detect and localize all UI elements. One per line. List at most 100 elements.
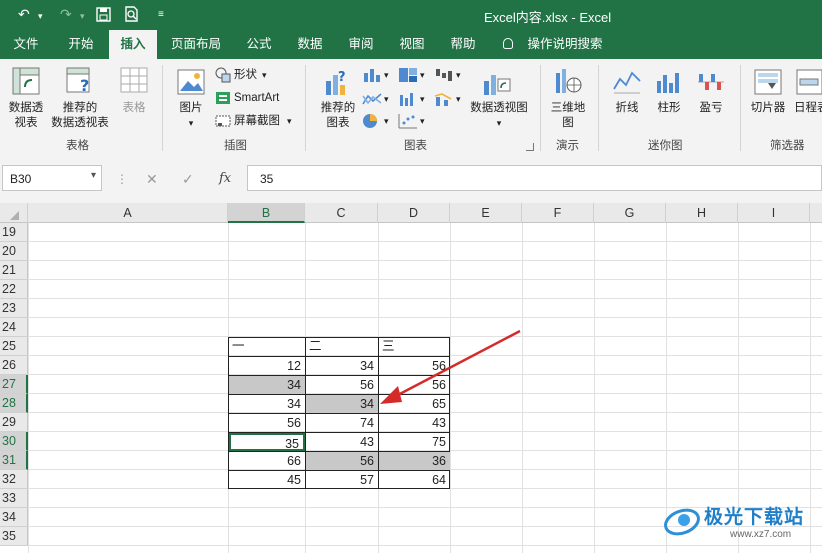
column-header-i[interactable]: I	[738, 203, 810, 223]
timeline-label[interactable]: 日程表	[794, 101, 822, 115]
table-cell[interactable]: 36	[379, 452, 450, 470]
table-cell[interactable]: 65	[379, 395, 450, 413]
screenshot-icon[interactable]	[215, 113, 231, 129]
table-cell[interactable]: 34	[229, 395, 305, 413]
table-cell[interactable]: 34	[229, 376, 305, 394]
hierarchy-chart-dropdown-icon[interactable]: ▾	[420, 68, 425, 82]
table-cell[interactable]: 74	[306, 414, 378, 432]
sparkline-winloss-icon[interactable]	[697, 69, 725, 95]
3d-map-icon[interactable]	[554, 67, 582, 97]
cancel-icon[interactable]: ✕	[146, 171, 158, 188]
sparkline-winloss-label[interactable]: 盈亏	[691, 101, 731, 115]
row-header-31[interactable]: 31	[0, 451, 28, 470]
table-cell[interactable]: 56	[379, 376, 450, 394]
pivot-table-icon[interactable]	[12, 67, 40, 95]
recommended-pivot-label-2[interactable]: 数据透视表	[48, 116, 112, 130]
line-chart-dropdown-icon[interactable]: ▾	[384, 92, 389, 106]
table-header-cell[interactable]: 二	[305, 337, 378, 356]
row-header-20[interactable]: 20	[0, 242, 28, 261]
column-header-g[interactable]: G	[594, 203, 666, 223]
tab-view[interactable]: 视图	[390, 30, 434, 59]
active-cell[interactable]: 35	[229, 433, 305, 451]
pivot-chart-icon[interactable]	[482, 67, 512, 97]
column-header-a[interactable]: A	[28, 203, 228, 223]
table-cell[interactable]: 43	[306, 433, 378, 451]
column-header-partial[interactable]	[810, 203, 822, 223]
column-header-b[interactable]: B	[228, 203, 305, 223]
row-header-27[interactable]: 27	[0, 375, 28, 394]
row-header-30[interactable]: 30	[0, 432, 28, 451]
table-cell[interactable]: 66	[229, 452, 305, 470]
select-all-corner[interactable]	[0, 203, 28, 223]
name-box-dropdown-icon[interactable]: ▾	[91, 170, 96, 181]
scatter-chart-icon[interactable]	[398, 113, 418, 129]
sparkline-line-label[interactable]: 折线	[607, 101, 647, 115]
undo-dropdown-icon[interactable]: ▾	[38, 11, 43, 22]
shapes-dropdown-icon[interactable]: ▾	[262, 68, 267, 82]
slicer-label[interactable]: 切片器	[746, 101, 790, 115]
table-cell[interactable]: 56	[229, 414, 305, 432]
combo-chart-icon[interactable]	[434, 91, 454, 107]
pivot-chart-label[interactable]: 数据透视图	[467, 101, 531, 115]
row-header-28[interactable]: 28	[0, 394, 28, 413]
timeline-icon[interactable]	[796, 69, 822, 95]
tab-data[interactable]: 数据	[288, 30, 332, 59]
column-header-h[interactable]: H	[666, 203, 738, 223]
pictures-label[interactable]: 图片	[171, 101, 211, 115]
redo-dropdown-icon[interactable]: ▾	[80, 11, 85, 22]
recommended-charts-label-1[interactable]: 推荐的	[316, 101, 360, 115]
statistic-chart-dropdown-icon[interactable]: ▾	[420, 92, 425, 106]
waterfall-chart-icon[interactable]	[434, 67, 454, 83]
tab-review[interactable]: 审阅	[338, 30, 384, 59]
row-header-35[interactable]: 35	[0, 527, 28, 546]
pivot-table-label-2[interactable]: 视表	[4, 116, 48, 130]
row-header-19[interactable]: 19	[0, 223, 28, 242]
tab-formulas[interactable]: 公式	[236, 30, 282, 59]
customize-toolbar-icon[interactable]: ≡	[158, 9, 164, 20]
formula-input[interactable]: 35	[247, 165, 822, 191]
table-cell[interactable]: 34	[306, 395, 378, 413]
tab-file[interactable]: 文件	[2, 30, 50, 59]
shapes-label[interactable]: 形状	[234, 68, 257, 82]
statistic-chart-icon[interactable]	[398, 91, 418, 107]
3d-map-label-2[interactable]: 图	[546, 116, 590, 130]
recommended-pivot-icon[interactable]: ?	[66, 67, 94, 95]
sparkline-column-label[interactable]: 柱形	[649, 101, 689, 115]
save-icon[interactable]	[96, 7, 111, 22]
column-chart-dropdown-icon[interactable]: ▾	[384, 68, 389, 82]
pictures-dropdown-icon[interactable]: ▾	[171, 116, 211, 130]
screenshot-dropdown-icon[interactable]: ▾	[287, 114, 292, 128]
recommended-pivot-label-1[interactable]: 推荐的	[48, 101, 112, 115]
table-cell[interactable]: 56	[379, 357, 450, 375]
row-header-34[interactable]: 34	[0, 508, 28, 527]
print-preview-icon[interactable]	[124, 6, 140, 23]
insert-function-icon[interactable]: fx	[219, 171, 231, 186]
tab-home[interactable]: 开始	[56, 30, 106, 59]
column-header-d[interactable]: D	[378, 203, 450, 223]
row-header-22[interactable]: 22	[0, 280, 28, 299]
enter-icon[interactable]: ✓	[182, 171, 194, 188]
dialog-launcher-icon[interactable]	[526, 143, 534, 151]
picture-icon[interactable]	[177, 69, 205, 95]
row-header-29[interactable]: 29	[0, 413, 28, 432]
table-cell[interactable]: 43	[379, 414, 450, 432]
tell-me-search[interactable]: 操作说明搜索	[525, 30, 605, 59]
table-cell[interactable]: 45	[229, 471, 305, 489]
table-cell[interactable]: 56	[306, 376, 378, 394]
row-header-33[interactable]: 33	[0, 489, 28, 508]
table-cell[interactable]: 75	[379, 433, 450, 451]
table-label[interactable]: 表格	[112, 101, 156, 115]
slicer-icon[interactable]	[754, 69, 782, 95]
name-box[interactable]: B30 ▾	[2, 165, 102, 191]
row-header-21[interactable]: 21	[0, 261, 28, 280]
pie-chart-dropdown-icon[interactable]: ▾	[384, 114, 389, 128]
column-chart-icon[interactable]	[362, 67, 382, 83]
row-header-23[interactable]: 23	[0, 299, 28, 318]
recommended-charts-label-2[interactable]: 图表	[316, 116, 360, 130]
undo-icon[interactable]: ↶	[18, 6, 30, 23]
tab-help[interactable]: 帮助	[441, 30, 485, 59]
scatter-chart-dropdown-icon[interactable]: ▾	[420, 114, 425, 128]
3d-map-label-1[interactable]: 三维地	[546, 101, 590, 115]
sparkline-line-icon[interactable]	[613, 69, 641, 95]
pivot-chart-dropdown-icon[interactable]: ▾	[467, 116, 531, 130]
